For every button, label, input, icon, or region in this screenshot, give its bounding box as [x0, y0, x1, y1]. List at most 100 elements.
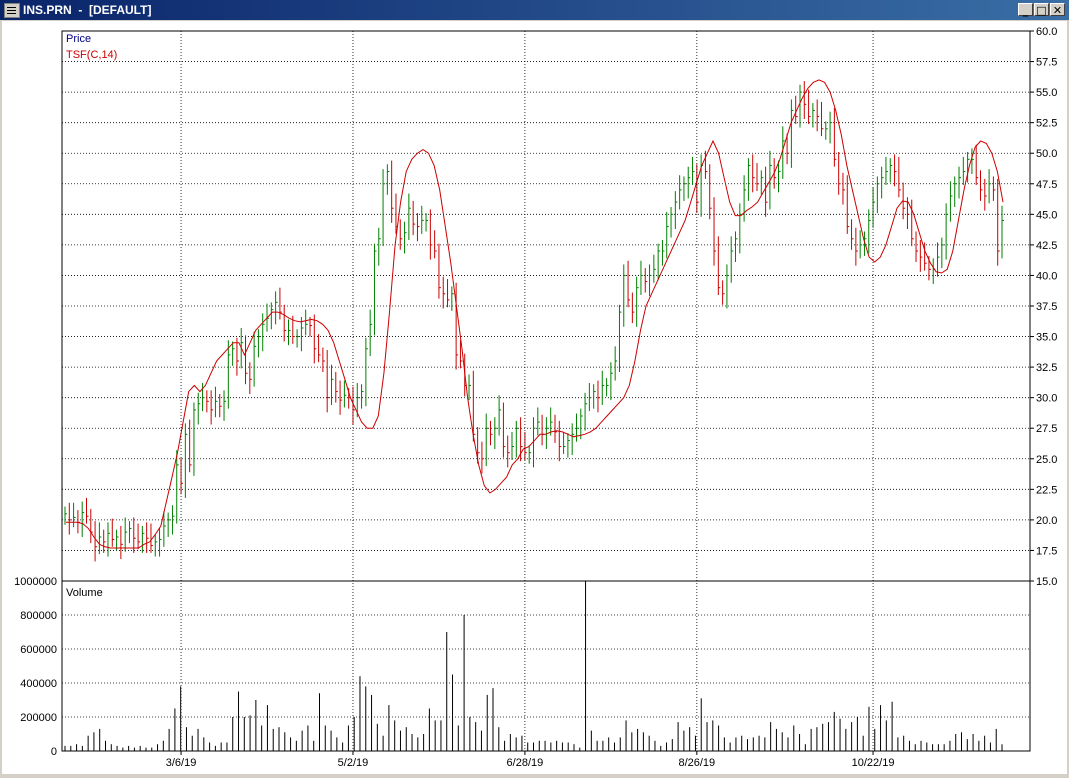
price-bar — [288, 319, 291, 346]
price-bar — [623, 264, 626, 327]
date-tick-label: 5/2/19 — [338, 757, 369, 769]
price-bar — [176, 450, 179, 524]
price-bar — [653, 254, 656, 283]
price-bar — [425, 213, 429, 232]
price-tick-label: 47.5 — [1036, 179, 1057, 191]
price-tick-label: 57.5 — [1036, 57, 1057, 69]
price-bar — [73, 502, 76, 528]
price-bar — [855, 227, 858, 266]
price-bar — [163, 511, 166, 547]
price-bar — [816, 99, 820, 132]
price-bar — [567, 433, 570, 458]
price-bar — [618, 304, 622, 372]
price-bar — [640, 260, 643, 295]
minimize-button[interactable]: _ — [1018, 3, 1033, 17]
volume-tick-label: 0 — [51, 746, 57, 758]
price-bar — [975, 144, 979, 185]
price-bar — [494, 417, 497, 449]
price-bar — [881, 166, 884, 199]
price-bar — [851, 219, 854, 250]
price-tick-label: 60.0 — [1036, 26, 1057, 38]
price-bar — [210, 390, 214, 425]
price-bar — [709, 164, 712, 220]
price-tick-label: 55.0 — [1036, 87, 1057, 99]
price-tick-label: 27.5 — [1036, 423, 1057, 435]
price-bar — [472, 370, 476, 442]
price-bar — [876, 176, 880, 214]
price-bar — [391, 160, 394, 223]
price-bar — [455, 282, 459, 370]
maximize-button[interactable]: □ — [1034, 3, 1049, 17]
price-bar — [141, 526, 145, 553]
price-tick-label: 25.0 — [1036, 454, 1057, 466]
price-tick-label: 37.5 — [1036, 301, 1057, 313]
price-bar — [154, 534, 158, 557]
price-bar — [275, 291, 278, 325]
price-bar — [674, 191, 678, 229]
price-bar — [954, 176, 957, 207]
price-bar — [597, 380, 600, 413]
price-bar — [730, 236, 734, 283]
price-bar — [949, 181, 953, 222]
date-tick-label: 6/28/19 — [507, 757, 544, 769]
app-icon[interactable] — [4, 3, 20, 18]
price-bar — [859, 230, 863, 259]
price-bar — [257, 329, 261, 358]
price-bar — [214, 386, 218, 418]
price-bar — [520, 417, 523, 462]
price-bar — [434, 230, 437, 259]
price-bar — [924, 242, 927, 271]
price-tick-label: 45.0 — [1036, 209, 1057, 221]
price-bar — [915, 231, 919, 262]
price-bar — [382, 169, 386, 247]
price-bar — [747, 158, 751, 201]
price-bar — [98, 522, 102, 555]
legend-price: Price — [66, 33, 91, 45]
price-bar — [490, 420, 493, 446]
price-tick-label: 42.5 — [1036, 240, 1057, 252]
price-bar — [683, 176, 686, 201]
close-button[interactable]: ✕ — [1050, 3, 1065, 17]
price-bar — [919, 240, 923, 272]
price-bar — [601, 370, 605, 405]
price-bar — [1001, 205, 1004, 259]
volume-panel: 0 200000 400000 600000 800000 1000000 Volume — [14, 576, 1031, 758]
price-bar — [120, 526, 123, 559]
price-bar — [627, 260, 631, 308]
price-bar — [614, 346, 618, 381]
price-bar — [812, 103, 815, 128]
price-bar — [421, 205, 424, 234]
price-bar — [146, 522, 149, 553]
price-bar — [894, 154, 897, 187]
price-bar — [765, 166, 768, 217]
price-bar — [373, 243, 377, 336]
price-bar — [193, 402, 196, 476]
price-bar — [692, 156, 695, 185]
price-bar — [167, 512, 171, 537]
price-bar — [253, 331, 257, 387]
price-bar — [537, 407, 540, 436]
price-bar — [786, 133, 790, 165]
chart-canvas[interactable]: 15.0 17.5 20.0 22.5 25.0 27.5 30.0 32.5 35.0 37.5… — [2, 21, 1067, 774]
price-bar — [189, 419, 192, 473]
price-bar — [606, 378, 609, 397]
price-bar — [649, 264, 652, 297]
price-bar — [438, 243, 441, 299]
price-bar — [713, 197, 717, 266]
price-bar — [571, 423, 575, 456]
price-bar — [313, 314, 317, 364]
volume-tick-label: 200000 — [20, 712, 57, 724]
price-bar — [356, 383, 360, 418]
price-bar — [68, 502, 72, 535]
price-bar — [416, 213, 420, 242]
price-bar — [365, 337, 368, 407]
volume-tick-label: 400000 — [20, 678, 57, 690]
price-bar — [318, 334, 321, 363]
price-bar — [85, 497, 89, 524]
price-bar — [898, 156, 901, 198]
price-bar — [300, 317, 304, 352]
price-bar — [206, 390, 209, 413]
price-bar — [992, 176, 996, 201]
volume-tick-label: 800000 — [20, 610, 57, 622]
price-bar — [735, 231, 738, 262]
